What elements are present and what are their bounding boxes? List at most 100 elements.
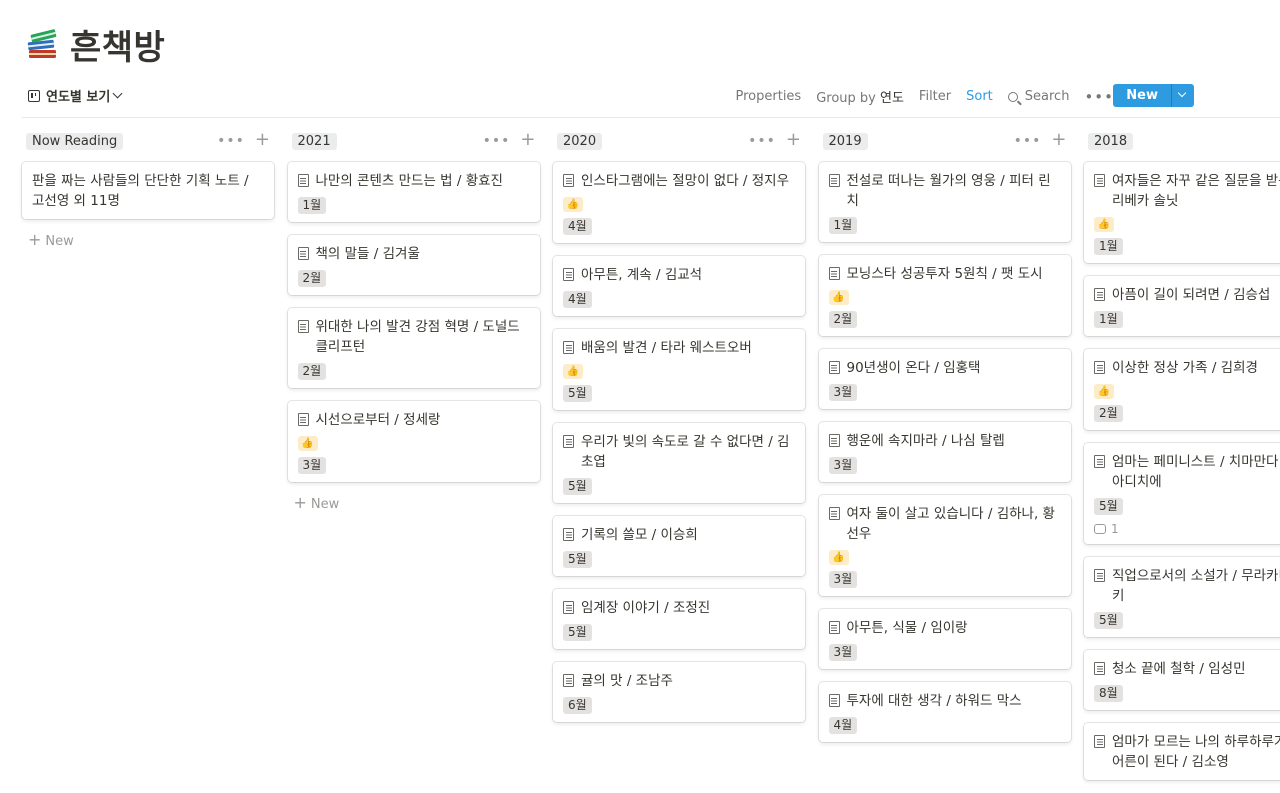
- card-title: 투자에 대한 생각 / 하워드 막스: [846, 693, 1022, 709]
- board-card[interactable]: 투자에 대한 생각 / 하워드 막스 4월: [818, 682, 1071, 742]
- column-more-icon[interactable]: •••: [1014, 133, 1042, 149]
- card-title: 여자들은 자꾸 같은 질문을 받는다 / 리베카 솔닛: [1112, 173, 1280, 209]
- badge-row: 3월: [828, 565, 1061, 588]
- document-icon: [828, 174, 840, 187]
- month-badge: 3월: [828, 384, 858, 401]
- board-card[interactable]: 청소 끝에 철학 / 임성민 8월: [1084, 650, 1280, 710]
- card-title: 90년생이 온다 / 임홍택: [846, 360, 981, 376]
- board-card[interactable]: 아무튼, 계속 / 김교석 4월: [553, 256, 805, 316]
- column-label[interactable]: 2020: [557, 133, 603, 150]
- board-card[interactable]: 아픔이 길이 되려면 / 김승섭 1월: [1084, 276, 1280, 336]
- plus-icon: +: [293, 493, 307, 512]
- badge-row: 5월: [563, 545, 795, 568]
- document-icon: [1094, 288, 1105, 301]
- board-card[interactable]: 전설로 떠나는 월가의 영웅 / 피터 린치 1월: [818, 162, 1071, 242]
- document-icon: [1094, 735, 1105, 748]
- month-badge: 3월: [828, 457, 858, 474]
- new-button[interactable]: New: [1113, 84, 1171, 107]
- column-more-icon[interactable]: •••: [748, 133, 776, 149]
- document-icon: [563, 174, 574, 187]
- board-card[interactable]: 이상한 정상 가족 / 김희경 👍 2월: [1084, 349, 1280, 430]
- books-emoji-icon[interactable]: [26, 28, 60, 62]
- board-card[interactable]: 엄마가 모르는 나의 하루하루가 쌓여 어른이 된다 / 김소영: [1084, 723, 1280, 780]
- document-icon: [297, 247, 309, 260]
- column-add-icon[interactable]: +: [255, 129, 270, 150]
- month-badge: 4월: [828, 717, 858, 734]
- column-label[interactable]: Now Reading: [26, 133, 124, 150]
- card-title-row: 직업으로서의 소설가 / 무라카미 하루키: [1094, 566, 1280, 606]
- more-options-icon[interactable]: •••: [1084, 88, 1114, 106]
- board-card[interactable]: 아무튼, 식물 / 임이랑 3월: [818, 609, 1071, 669]
- board-card[interactable]: 90년생이 온다 / 임홍택 3월: [818, 349, 1071, 409]
- add-card-button[interactable]: + New: [294, 493, 540, 512]
- card-title-row: 인스타그램에는 절망이 없다 / 정지우: [563, 171, 795, 191]
- properties-button[interactable]: Properties: [736, 89, 802, 104]
- filter-button[interactable]: Filter: [919, 89, 951, 104]
- card-title-row: 판을 짜는 사람들의 단단한 기획 노트 / 고선영 외 11명: [32, 171, 264, 211]
- card-title-row: 배움의 발견 / 타라 웨스트오버: [563, 338, 795, 358]
- card-title-row: 위대한 나의 발견 강점 혁명 / 도널드 클리프턴: [297, 317, 530, 357]
- board-card[interactable]: 직업으로서의 소설가 / 무라카미 하루키 5월: [1084, 557, 1280, 637]
- document-icon: [828, 694, 840, 707]
- board-card[interactable]: 나만의 콘텐츠 만드는 법 / 황효진 1월: [287, 162, 540, 222]
- board-column: 2020 ••• + 인스타그램에는 절망이 없다 / 정지우 👍 4월아무튼, 계속 /…: [553, 129, 805, 735]
- new-dropdown-icon[interactable]: [1171, 84, 1194, 107]
- search-button[interactable]: Search: [1007, 89, 1069, 104]
- board-card[interactable]: 엄마는 페미니스트 / 치마만다 응고지 아디치에 5월 1: [1084, 443, 1280, 544]
- card-title: 나만의 콘텐츠 만드는 법 / 황효진: [315, 173, 503, 189]
- board-card[interactable]: 시선으로부터 / 정세랑 👍 3월: [287, 401, 540, 482]
- page-title[interactable]: 흔책방: [70, 20, 165, 69]
- document-icon: [828, 621, 840, 634]
- board-card[interactable]: 행운에 속지마라 / 나심 탈렙 3월: [818, 422, 1071, 482]
- board-card[interactable]: 여자들은 자꾸 같은 질문을 받는다 / 리베카 솔닛 👍 1월: [1084, 162, 1280, 263]
- document-icon: [297, 320, 309, 333]
- card-title: 판을 짜는 사람들의 단단한 기획 노트 / 고선영 외 11명: [32, 173, 249, 209]
- document-icon: [297, 174, 309, 187]
- board-card[interactable]: 임계장 이야기 / 조정진 5월: [553, 589, 805, 649]
- month-badge: 1월: [1094, 311, 1123, 328]
- board-card[interactable]: 책의 말들 / 김겨울 2월: [287, 235, 540, 295]
- column-add-icon[interactable]: +: [786, 129, 801, 150]
- card-title-row: 우리가 빛의 속도로 갈 수 없다면 / 김초엽: [563, 432, 795, 472]
- board-card[interactable]: 판을 짜는 사람들의 단단한 기획 노트 / 고선영 외 11명: [22, 162, 274, 219]
- card-title: 직업으로서의 소설가 / 무라카미 하루키: [1112, 568, 1280, 604]
- column-add-icon[interactable]: +: [1051, 129, 1066, 150]
- add-card-button[interactable]: + New: [28, 230, 274, 249]
- group-by-value: 연도: [880, 91, 904, 106]
- column-label[interactable]: 2018: [1088, 133, 1134, 150]
- board-card[interactable]: 배움의 발견 / 타라 웨스트오버 👍 5월: [553, 329, 805, 410]
- board-card[interactable]: 여자 둘이 살고 있습니다 / 김하나, 황선우 👍 3월: [818, 495, 1071, 596]
- board-column: Now Reading ••• + 판을 짜는 사람들의 단단한 기획 노트 / 고선…: [22, 129, 274, 249]
- card-title-row: 나만의 콘텐츠 만드는 법 / 황효진: [297, 171, 530, 191]
- card-title: 이상한 정상 가족 / 김희경: [1112, 360, 1258, 376]
- badge-row: 5월: [1094, 492, 1280, 515]
- column-actions: ••• +: [748, 129, 801, 150]
- board-card[interactable]: 우리가 빛의 속도로 갈 수 없다면 / 김초엽 5월: [553, 423, 805, 503]
- document-icon: [828, 434, 840, 447]
- month-badge: 2월: [297, 363, 327, 380]
- view-selector[interactable]: 연도별 보기: [28, 86, 123, 105]
- toolbar-divider: [22, 117, 1280, 118]
- group-by-label: Group by: [816, 91, 876, 106]
- thumbs-up-icon: 👍: [1094, 217, 1114, 232]
- card-title: 책의 말들 / 김겨울: [315, 246, 420, 262]
- column-more-icon[interactable]: •••: [217, 133, 245, 149]
- board-card[interactable]: 인스타그램에는 절망이 없다 / 정지우 👍 4월: [553, 162, 805, 243]
- sort-button[interactable]: Sort: [966, 89, 993, 104]
- column-label[interactable]: 2019: [822, 133, 868, 150]
- board-card[interactable]: 귤의 맛 / 조남주 6월: [553, 662, 805, 722]
- card-title: 위대한 나의 발견 강점 혁명 / 도널드 클리프턴: [315, 319, 520, 355]
- badge-row: 5월: [563, 472, 795, 495]
- card-title: 아무튼, 식물 / 임이랑: [846, 620, 968, 636]
- column-label[interactable]: 2021: [291, 133, 337, 150]
- card-title: 귤의 맛 / 조남주: [581, 673, 673, 689]
- board-card[interactable]: 모닝스타 성공투자 5원칙 / 팻 도시 👍 2월: [818, 255, 1071, 336]
- group-by-button[interactable]: Group by 연도: [816, 87, 904, 106]
- column-more-icon[interactable]: •••: [483, 133, 511, 149]
- board-card[interactable]: 기록의 쓸모 / 이승희 5월: [553, 516, 805, 576]
- add-card-label: New: [310, 497, 340, 512]
- card-title: 기록의 쓸모 / 이승희: [581, 527, 698, 543]
- badge-row: 1월: [297, 191, 530, 214]
- board-card[interactable]: 위대한 나의 발견 강점 혁명 / 도널드 클리프턴 2월: [287, 308, 540, 388]
- column-add-icon[interactable]: +: [520, 129, 535, 150]
